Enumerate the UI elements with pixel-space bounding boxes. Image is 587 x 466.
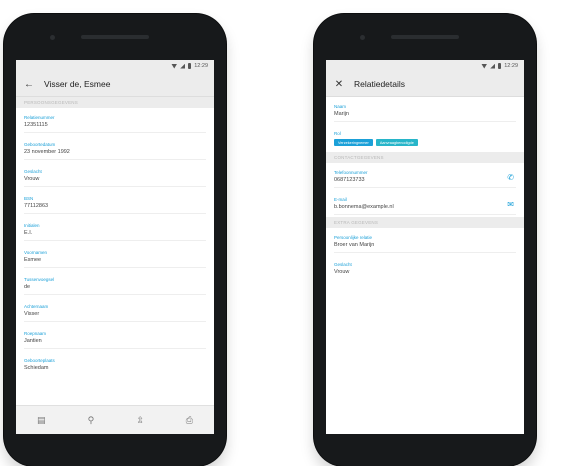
status-bar: 12:29 — [16, 60, 214, 72]
field-geboortedatum: Geboortedatum 23 november 1992 — [16, 135, 214, 162]
close-icon[interactable]: ✕ — [334, 79, 344, 90]
field-value: Vrouw — [334, 269, 350, 275]
field-geslacht: Geslacht Vrouw — [326, 255, 524, 278]
field-relatienummer: Relatienummer 12351115 — [16, 108, 214, 135]
left-phone: 12:29 ← Visser de, Esmee PERSOONSGEGEVEN… — [4, 14, 226, 466]
page-title: Relatiedetails — [354, 79, 406, 89]
search-icon[interactable]: ⚲ — [88, 415, 95, 426]
field-value: Esmee — [24, 257, 42, 263]
phone-icon[interactable]: ✆ — [507, 173, 514, 182]
field-value: b.bonnema@example.nl — [334, 204, 394, 210]
status-time: 12:29 — [504, 63, 518, 69]
field-telefoonnummer: Telefoonnummer 0687123733 ✆ — [326, 163, 524, 190]
upload-icon[interactable]: ⇫ — [136, 415, 144, 426]
field-geslacht: Geslacht Vrouw — [16, 162, 214, 189]
section-header-contactgegevens: CONTACTGEGEVENS — [326, 152, 524, 163]
page-title: Visser de, Esmee — [44, 79, 111, 89]
right-phone: 12:29 ✕ Relatiedetails Naam Marijn Rol V… — [314, 14, 536, 466]
field-label: Rol — [334, 131, 341, 136]
section-header-extra: EXTRA GEGEVENS — [326, 217, 524, 228]
speaker-grille — [81, 35, 149, 39]
bottom-nav: ▤ ⚲ ⇫ ⎙ — [16, 405, 214, 434]
field-value: 23 november 1992 — [24, 149, 70, 155]
field-value: E.I. — [24, 230, 33, 236]
app-bar: ← Visser de, Esmee — [16, 72, 214, 97]
field-value: Vrouw — [24, 176, 40, 182]
field-value: Marijn — [334, 111, 349, 117]
field-value: 0687123733 — [334, 177, 365, 183]
field-value: 12351115 — [24, 122, 48, 128]
status-time: 12:29 — [194, 63, 208, 69]
role-chip: Aanvraagbenodigde — [375, 139, 418, 146]
field-voornamen: Voornamen Esmee — [16, 243, 214, 270]
arrow-left-icon[interactable]: ← — [24, 79, 34, 90]
status-bar: 12:29 — [326, 60, 524, 72]
battery-icon — [498, 63, 502, 69]
field-value: de — [24, 284, 31, 290]
battery-icon — [188, 63, 192, 69]
left-screen: 12:29 ← Visser de, Esmee PERSOONSGEGEVEN… — [16, 60, 214, 434]
camera-dot — [360, 35, 365, 40]
field-roepnaam: Roepnaam Jantien — [16, 324, 214, 351]
wifi-icon — [481, 63, 488, 69]
field-value: 77112863 — [24, 203, 49, 209]
field-geboorteplaats: Geboorteplaats Schiedam — [16, 351, 214, 374]
print-icon[interactable]: ⎙ — [186, 415, 193, 426]
signal-icon — [490, 63, 496, 69]
app-bar: ✕ Relatiedetails — [326, 72, 524, 97]
field-value: Jantien — [24, 338, 42, 344]
camera-dot — [50, 35, 55, 40]
role-chips: Verzekeringnemer Aanvraagbenodigde — [326, 137, 524, 152]
contact-card-icon[interactable]: ▤ — [37, 415, 46, 426]
section-header-persoonsgegevens: PERSOONSGEGEVENS — [16, 97, 214, 108]
wifi-icon — [171, 63, 178, 69]
field-value: Broer van Marijn — [334, 242, 375, 248]
field-email: E-mail b.bonnema@example.nl ✉ — [326, 190, 524, 217]
field-rol: Rol — [326, 124, 524, 137]
field-naam: Naam Marijn — [326, 97, 524, 124]
mail-icon[interactable]: ✉ — [507, 200, 514, 209]
field-bsn: BSN 77112863 — [16, 189, 214, 216]
role-chip: Verzekeringnemer — [334, 139, 373, 146]
field-tussenvoegsel: Tussenvoegsel de — [16, 270, 214, 297]
speaker-grille — [391, 35, 459, 39]
field-value: Schiedam — [24, 365, 49, 371]
field-achternaam: Achternaam Visser — [16, 297, 214, 324]
field-persoonlijke-relatie: Persoonlijke relatie Broer van Marijn — [326, 228, 524, 255]
signal-icon — [180, 63, 186, 69]
field-initialen: Initialen E.I. — [16, 216, 214, 243]
field-value: Visser — [24, 311, 40, 317]
right-screen: 12:29 ✕ Relatiedetails Naam Marijn Rol V… — [326, 60, 524, 434]
